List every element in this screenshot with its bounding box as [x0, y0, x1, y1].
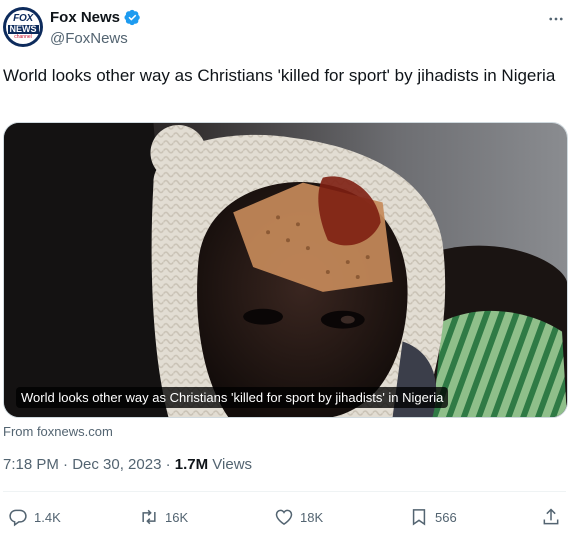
heart-icon	[275, 509, 293, 525]
timestamp[interactable]: 7:18 PM · Dec 30, 2023 ·	[3, 456, 175, 473]
divider	[3, 491, 566, 492]
link-source[interactable]: From foxnews.com	[3, 424, 113, 439]
reply-icon	[9, 509, 27, 527]
share-icon	[543, 508, 559, 525]
reply-count: 1.4K	[34, 509, 61, 525]
tweet-meta: 7:18 PM · Dec 30, 2023 · 1.7M Views	[3, 456, 252, 473]
link-card-media[interactable]: World looks other way as Christians 'kil…	[3, 122, 568, 418]
logo-text-fox: FOX	[13, 13, 33, 24]
fox-news-logo: FOX NEWS channel	[6, 10, 40, 44]
display-name[interactable]: Fox News	[50, 9, 120, 26]
repost-icon	[142, 509, 156, 525]
tweet: FOX NEWS channel Fox News @FoxNews World…	[0, 0, 579, 544]
tweet-text: World looks other way as Christians 'kil…	[3, 66, 556, 85]
views-label: Views	[208, 456, 253, 473]
avatar[interactable]: FOX NEWS channel	[3, 7, 43, 47]
reply-button[interactable]: 1.4K	[8, 505, 61, 529]
repost-count: 16K	[165, 509, 189, 525]
news-photo	[4, 123, 567, 417]
bookmark-icon	[412, 509, 426, 526]
share-button[interactable]	[541, 505, 561, 529]
views-count: 1.7M	[174, 456, 209, 473]
repost-button[interactable]: 16K	[139, 505, 188, 529]
logo-text-news: NEWS	[7, 24, 39, 34]
author-handle[interactable]: @FoxNews	[50, 30, 128, 47]
like-count: 18K	[300, 509, 324, 525]
logo-text-channel: channel	[14, 34, 32, 40]
bookmark-count: 566	[435, 509, 457, 525]
verified-badge-icon	[124, 9, 140, 26]
like-button[interactable]: 18K	[274, 505, 323, 529]
action-bar: 1.4K 16K 18K 566	[0, 505, 579, 529]
more-options-icon[interactable]	[545, 8, 567, 30]
author-name-row: Fox News	[50, 9, 141, 26]
media-caption: World looks other way as Christians 'kil…	[16, 387, 449, 408]
bookmark-button[interactable]: 566	[409, 505, 457, 529]
